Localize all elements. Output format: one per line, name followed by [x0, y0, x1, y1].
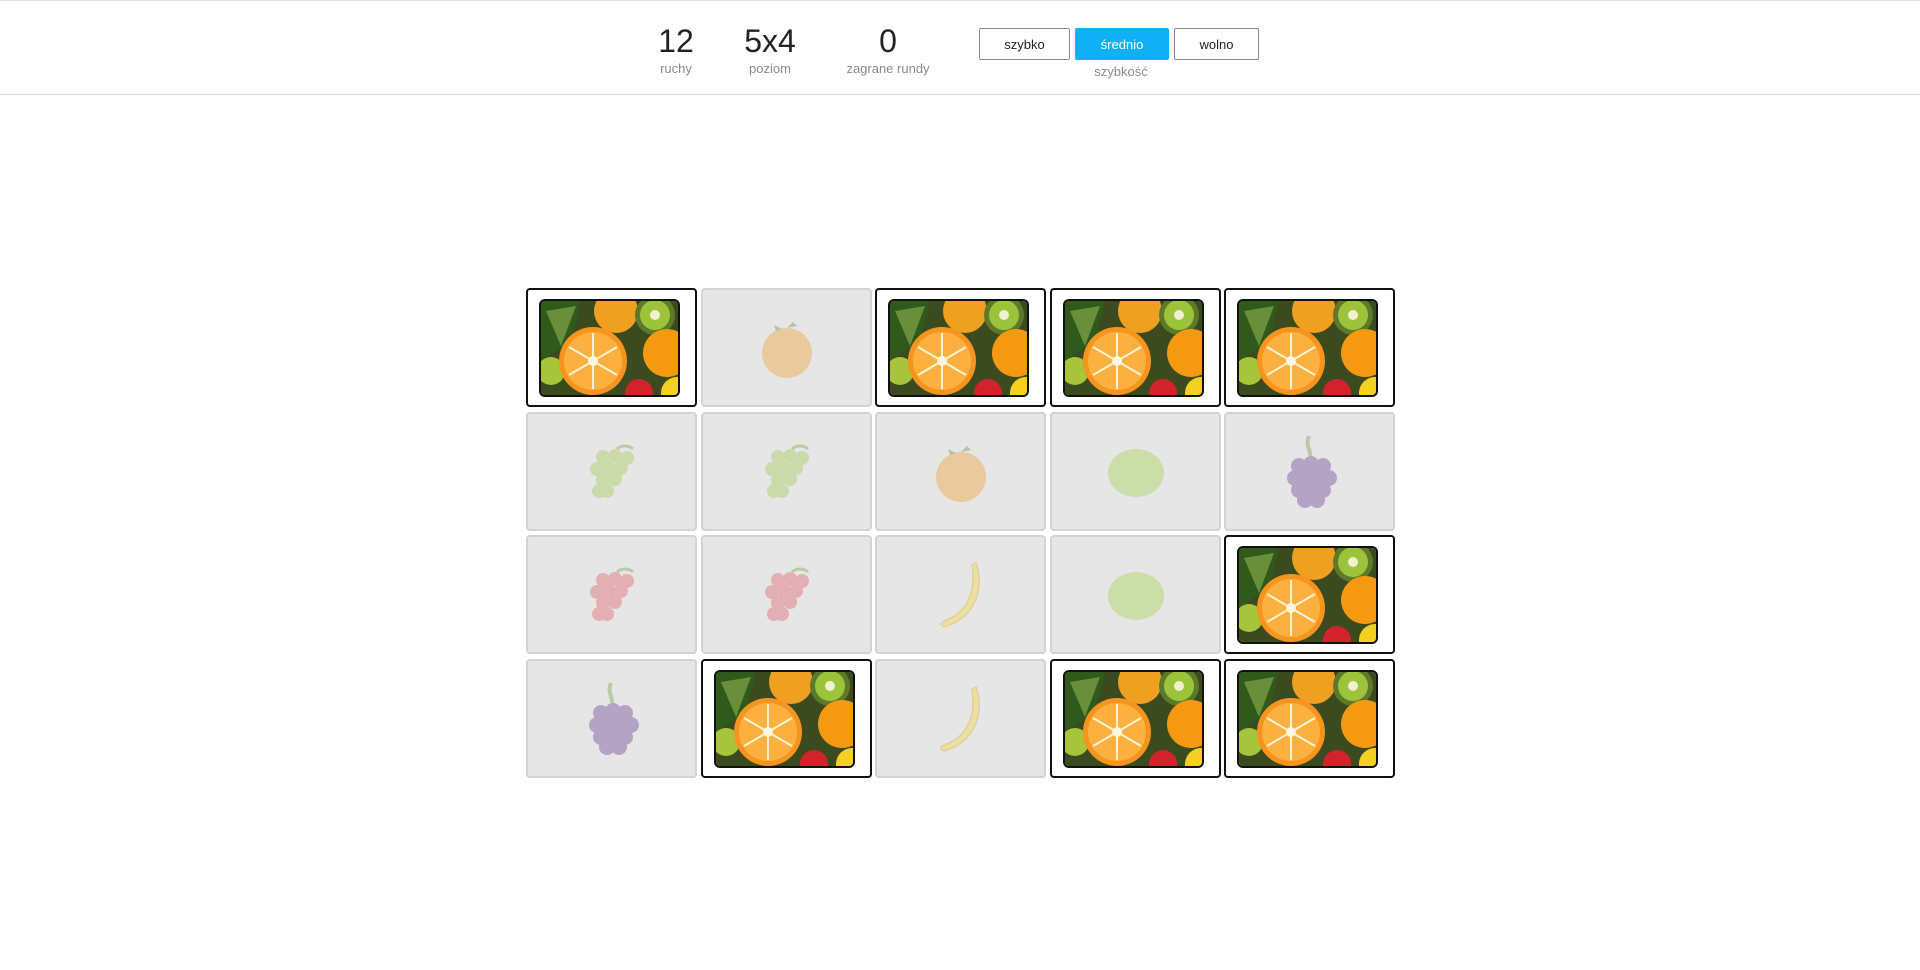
level-value: 5x4: [744, 23, 796, 59]
memory-card-matched: [701, 535, 872, 654]
memory-card-matched: [1050, 412, 1221, 531]
card-back-image: [539, 299, 680, 397]
memory-card-hidden[interactable]: [1050, 659, 1221, 778]
card-back-image: [1237, 546, 1378, 644]
rounds-value: 0: [879, 23, 897, 59]
moves-stat: 12 ruchy: [652, 23, 700, 77]
level-stat: 5x4 poziom: [735, 23, 805, 77]
game-header: 12 ruchy 5x4 poziom 0 zagrane rundy szyb…: [0, 1, 1920, 95]
memory-card-matched: [526, 535, 697, 654]
speed-slow-button[interactable]: wolno: [1174, 28, 1259, 60]
memory-board: [526, 288, 1395, 778]
memory-card-hidden[interactable]: [1224, 535, 1395, 654]
memory-card-matched: [701, 412, 872, 531]
moves-label: ruchy: [660, 61, 692, 76]
memory-card-hidden[interactable]: [1224, 288, 1395, 407]
level-label: poziom: [749, 61, 791, 76]
speed-label: szybkość: [1094, 64, 1148, 79]
card-back-image: [1063, 299, 1204, 397]
speed-medium-button[interactable]: średnio: [1075, 28, 1169, 60]
memory-card-matched: [875, 659, 1046, 778]
memory-card-hidden[interactable]: [875, 288, 1046, 407]
rounds-label: zagrane rundy: [846, 61, 930, 76]
memory-card-matched: [526, 659, 697, 778]
speed-control: szybko średnio wolno szybkość: [979, 28, 1263, 79]
memory-card-matched: [1224, 412, 1395, 531]
moves-value: 12: [658, 23, 694, 59]
memory-card-hidden[interactable]: [526, 288, 697, 407]
memory-card-hidden[interactable]: [1224, 659, 1395, 778]
card-back-image: [1237, 299, 1378, 397]
memory-card-matched: [875, 412, 1046, 531]
memory-card-hidden[interactable]: [701, 659, 872, 778]
card-back-image: [714, 670, 855, 768]
memory-card-hidden[interactable]: [1050, 288, 1221, 407]
card-back-image: [888, 299, 1029, 397]
speed-fast-button[interactable]: szybko: [979, 28, 1070, 60]
memory-card-matched: [701, 288, 872, 407]
rounds-stat: 0 zagrane rundy: [838, 23, 938, 77]
card-back-image: [1063, 670, 1204, 768]
memory-card-matched: [1050, 535, 1221, 654]
card-back-image: [1237, 670, 1378, 768]
memory-card-matched: [526, 412, 697, 531]
memory-card-matched: [875, 535, 1046, 654]
speed-buttons: szybko średnio wolno: [979, 28, 1263, 60]
